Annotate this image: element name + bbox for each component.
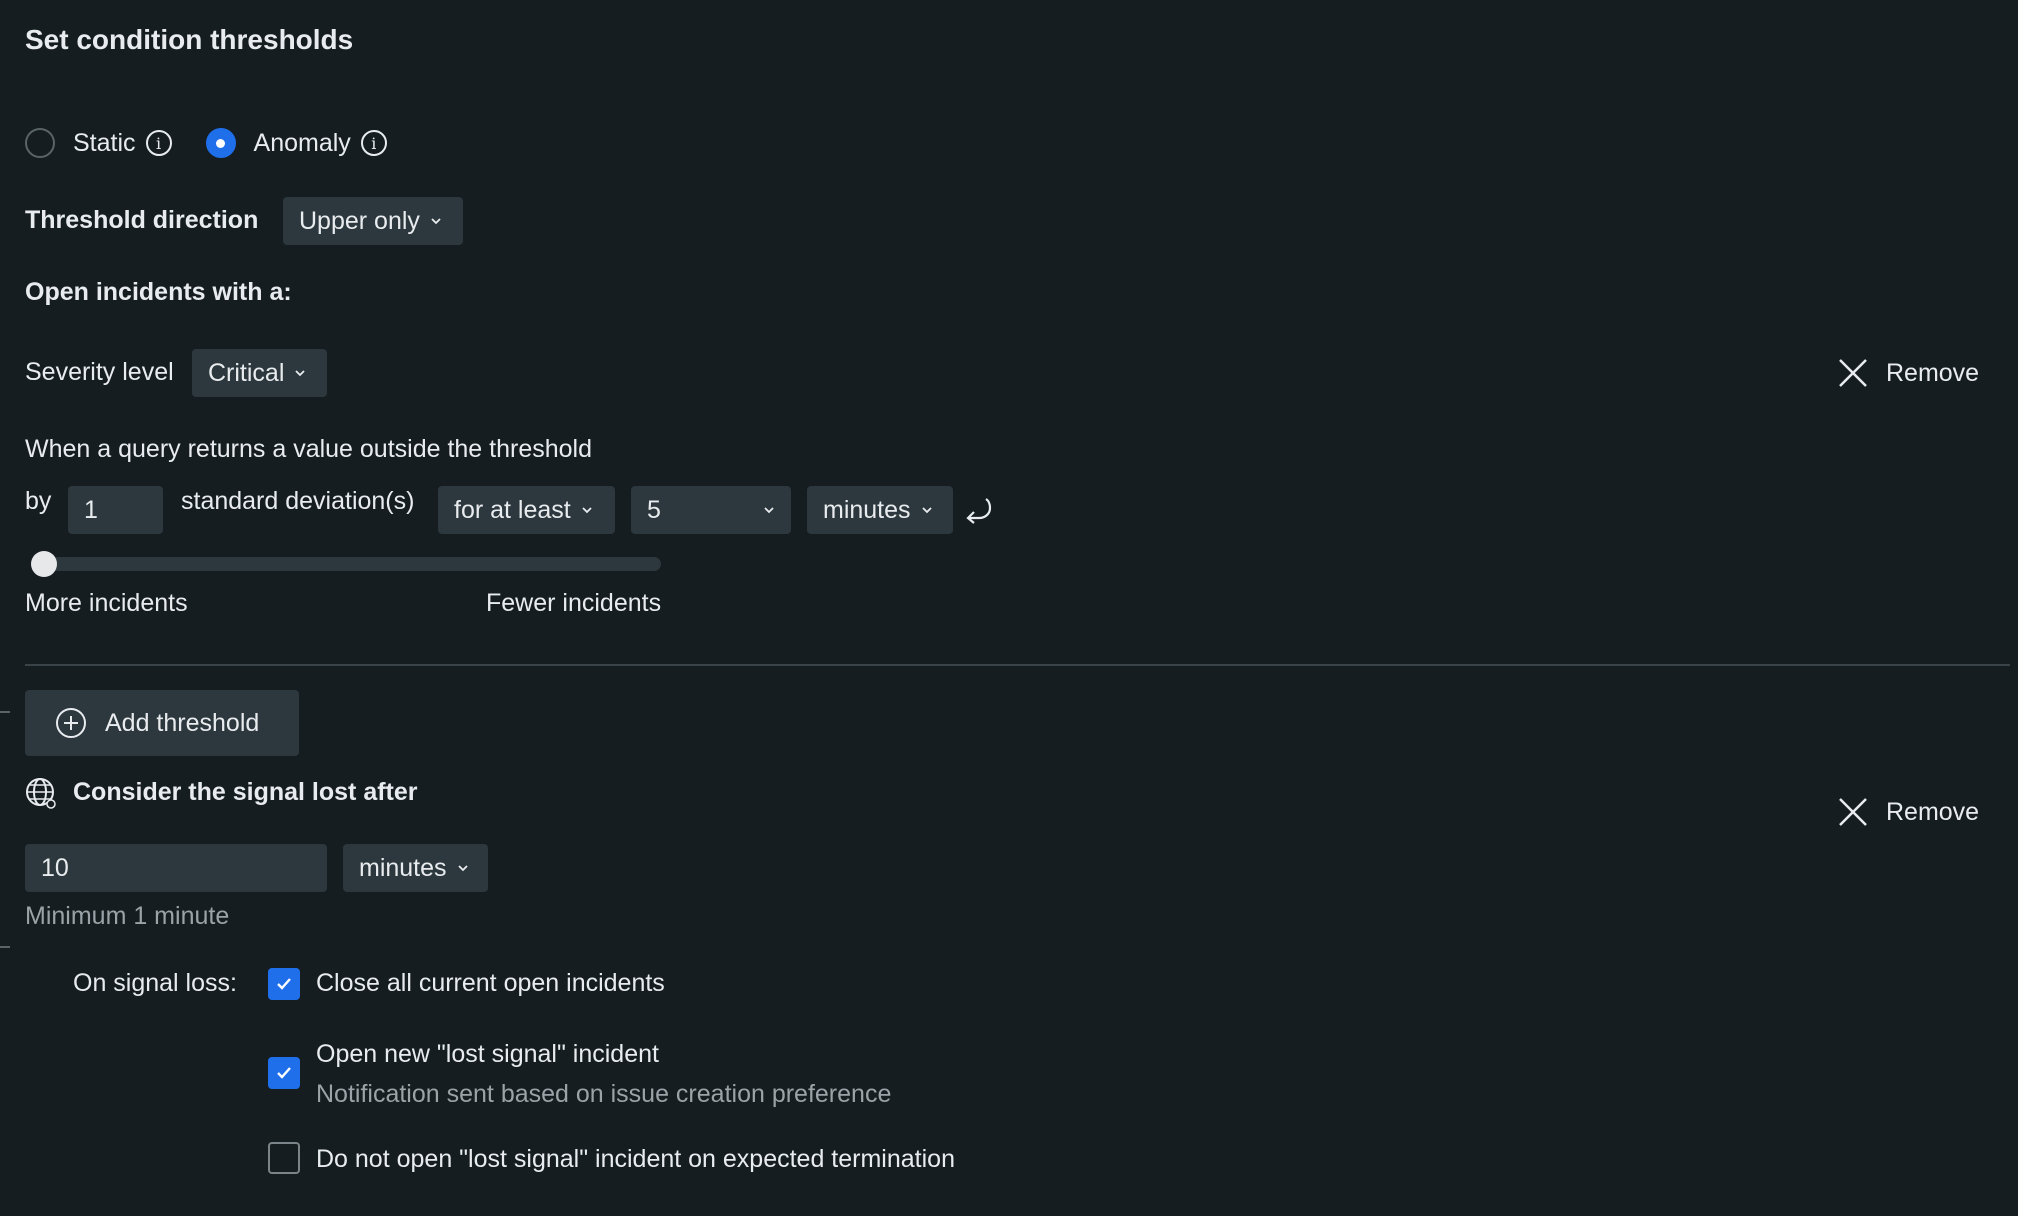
open-lost-signal-sublabel: Notification sent based on issue creatio…	[316, 1080, 892, 1108]
remove-label: Remove	[1886, 358, 1980, 387]
close-icon	[1839, 359, 1867, 387]
edge-marker	[0, 711, 10, 713]
anomaly-radio-label[interactable]: Anomaly	[254, 129, 351, 158]
open-lost-signal-checkbox[interactable]	[268, 1057, 300, 1089]
chevron-down-icon	[582, 507, 592, 514]
signal-loss-heading: Consider the signal lost after	[73, 778, 418, 806]
signal-loss-unit-value: minutes	[359, 853, 447, 882]
close-incidents-label[interactable]: Close all current open incidents	[316, 969, 665, 998]
chevron-down-icon	[457, 865, 468, 872]
deviation-label: standard deviation(s)	[181, 487, 415, 515]
duration-mode-value: for at least	[454, 495, 571, 524]
add-threshold-label: Add threshold	[105, 708, 260, 737]
check-icon	[277, 1067, 291, 1079]
remove-threshold-button[interactable]: Remove	[1838, 358, 1979, 388]
threshold-direction-select[interactable]: Upper only	[283, 197, 463, 245]
signal-loss-input[interactable]: 10	[25, 844, 327, 892]
sensitivity-slider-track[interactable]	[33, 557, 661, 571]
chevron-down-icon	[431, 218, 441, 225]
threshold-direction-label: Threshold direction	[25, 206, 259, 234]
no-lost-signal-on-termination-label[interactable]: Do not open "lost signal" incident on ex…	[316, 1145, 955, 1174]
section-divider	[25, 664, 2010, 666]
slider-right-label: Fewer incidents	[486, 589, 662, 617]
threshold-direction-value: Upper only	[299, 206, 420, 235]
duration-unit-value: minutes	[823, 495, 911, 524]
static-radio[interactable]	[25, 128, 55, 158]
slider-left-label: More incidents	[25, 589, 188, 617]
close-incidents-checkbox[interactable]	[268, 968, 300, 1000]
static-radio-label[interactable]: Static	[73, 129, 136, 158]
anomaly-radio[interactable]	[205, 128, 236, 158]
edge-marker	[0, 946, 10, 948]
deviation-input[interactable]: 1	[68, 486, 163, 534]
signal-loss-unit-select[interactable]: minutes	[343, 844, 488, 892]
globe-icon	[26, 778, 56, 809]
close-icon	[1839, 798, 1867, 826]
no-lost-signal-on-termination-checkbox[interactable]	[268, 1142, 300, 1174]
duration-value: 5	[647, 495, 661, 524]
check-icon	[277, 978, 291, 990]
deviation-value: 1	[84, 495, 98, 524]
plus-circle-icon	[56, 708, 86, 738]
signal-loss-hint: Minimum 1 minute	[25, 902, 230, 930]
reset-icon[interactable]	[964, 496, 992, 524]
condition-description: When a query returns a value outside the…	[25, 435, 593, 463]
page-title: Set condition thresholds	[25, 24, 354, 55]
add-threshold-button[interactable]: Add threshold	[25, 690, 299, 756]
by-label: by	[25, 487, 52, 515]
on-signal-loss-label: On signal loss:	[73, 969, 237, 997]
duration-mode-select[interactable]: for at least	[438, 486, 615, 534]
chevron-down-icon	[295, 370, 306, 377]
threshold-type-group: Static i Anomaly i	[25, 126, 387, 160]
duration-unit-select[interactable]: minutes	[807, 486, 953, 534]
severity-label: Severity level	[25, 358, 174, 386]
info-icon[interactable]: i	[145, 130, 172, 156]
chevron-down-icon	[921, 507, 932, 514]
info-icon[interactable]: i	[360, 130, 387, 156]
severity-value: Critical	[208, 358, 285, 387]
signal-loss-value: 10	[41, 853, 69, 882]
duration-value-select[interactable]: 5	[631, 486, 791, 534]
chevron-down-icon	[764, 507, 774, 514]
open-lost-signal-label[interactable]: Open new "lost signal" incident	[316, 1040, 659, 1069]
remove-label: Remove	[1886, 797, 1980, 826]
remove-signal-loss-button[interactable]: Remove	[1838, 797, 1979, 827]
sensitivity-slider-handle[interactable]	[31, 551, 57, 577]
open-incidents-heading: Open incidents with a:	[25, 278, 292, 306]
severity-select[interactable]: Critical	[192, 349, 327, 397]
